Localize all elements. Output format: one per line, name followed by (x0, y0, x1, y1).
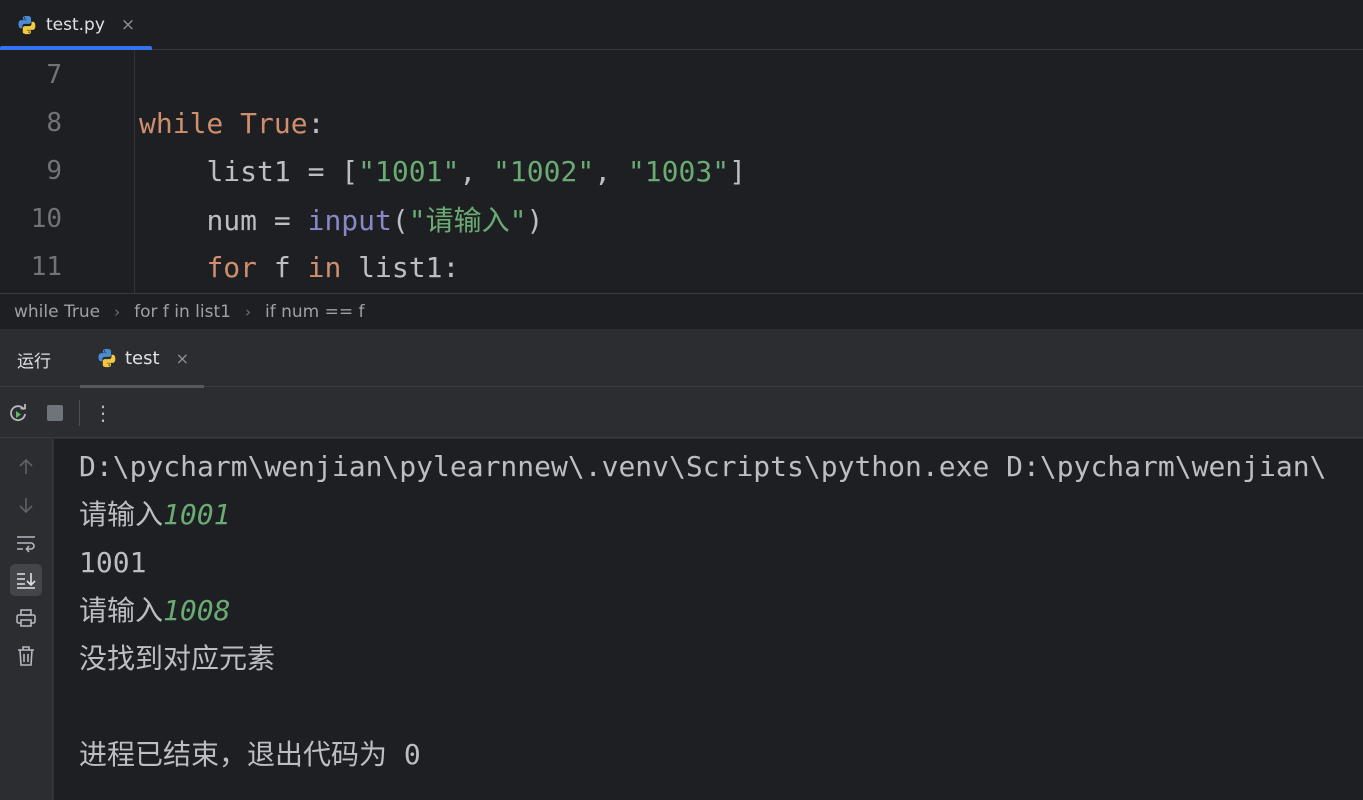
breadcrumb: while True › for f in list1 › if num == … (0, 293, 1363, 329)
more-options-button[interactable]: ⋮ (91, 401, 115, 425)
toolbar-separator (79, 400, 80, 426)
clear-all-button[interactable] (10, 640, 42, 672)
code-text: while True: (139, 106, 325, 140)
run-header: 运行 test × (0, 329, 1363, 388)
line-number: 11 (30, 252, 62, 282)
python-run-icon (98, 348, 116, 368)
run-tab-label: test (125, 347, 160, 369)
more-vertical-icon: ⋮ (93, 401, 113, 425)
breadcrumb-item-if[interactable]: if num == f (265, 302, 365, 322)
user-input-text: 1001 (163, 498, 231, 531)
scroll-up-button[interactable] (10, 451, 42, 483)
console-line-output: 1001 (79, 546, 147, 579)
console-line-output: 没找到对应元素 (79, 642, 276, 675)
line-number: 9 (46, 156, 62, 186)
run-panel-title: 运行 (17, 352, 51, 372)
code-line-11: 11 for f in list1: (0, 243, 1363, 291)
editor-tab-label: test.py (46, 15, 105, 35)
stop-button[interactable] (43, 401, 67, 425)
run-tab-test[interactable]: test × (80, 329, 204, 388)
breadcrumb-separator-icon: › (114, 302, 121, 321)
line-number: 7 (46, 60, 62, 90)
stop-icon (47, 405, 63, 421)
rerun-button[interactable] (6, 401, 30, 425)
breadcrumb-separator-icon: › (244, 302, 251, 321)
line-number: 8 (46, 108, 62, 138)
python-file-icon (18, 15, 36, 35)
code-line-7: 7 (0, 51, 1363, 99)
console-output[interactable]: D:\pycharm\wenjian\pylearnnew\.venv\Scri… (54, 439, 1363, 800)
line-number: 10 (30, 204, 62, 234)
code-text: num = input("请输入") (206, 204, 544, 237)
arrow-up-icon (19, 458, 33, 474)
soft-wrap-icon (17, 536, 35, 553)
arrow-down-icon (19, 498, 33, 514)
user-input-text: 1008 (163, 594, 231, 627)
breadcrumb-item-while[interactable]: while True (14, 302, 100, 322)
console-line-prompt: 请输入1001 (79, 498, 231, 531)
editor-tab-close-icon[interactable]: × (121, 15, 135, 35)
run-tool-window: 运行 test × ⋮ D:\pycharm\wenjian\pylearnne… (0, 329, 1363, 800)
breadcrumb-item-for[interactable]: for f in list1 (134, 302, 231, 322)
code-text: for f in list1: (206, 250, 460, 284)
printer-icon (16, 609, 36, 627)
code-line-9: 9 list1 = ["1001", "1002", "1003"] (0, 147, 1363, 195)
code-text: list1 = ["1001", "1002", "1003"] (206, 154, 746, 188)
rerun-icon (10, 404, 26, 422)
print-button[interactable] (10, 602, 42, 634)
trash-icon (18, 646, 34, 666)
soft-wrap-button[interactable] (10, 527, 42, 559)
console-line-exit: 进程已结束，退出代码为 0 (79, 738, 421, 771)
console-side-toolbar (0, 439, 53, 800)
code-line-10: 10 num = input("请输入") (0, 195, 1363, 243)
console-line-command: D:\pycharm\wenjian\pylearnnew\.venv\Scri… (79, 450, 1327, 483)
code-editor[interactable]: 7 8 while True: 9 list1 = ["1001", "1002… (0, 50, 1363, 293)
scroll-down-button[interactable] (10, 489, 42, 521)
scroll-to-end-button[interactable] (10, 564, 42, 596)
editor-tab-bar: test.py × (0, 0, 1363, 51)
editor-tab-test-py[interactable]: test.py × (0, 0, 152, 51)
console-line-prompt: 请输入1008 (79, 594, 231, 627)
code-line-8: 8 while True: (0, 99, 1363, 147)
scroll-to-end-icon (17, 573, 36, 589)
run-tab-close-icon[interactable]: × (176, 349, 189, 368)
run-toolbar: ⋮ (0, 388, 1363, 438)
